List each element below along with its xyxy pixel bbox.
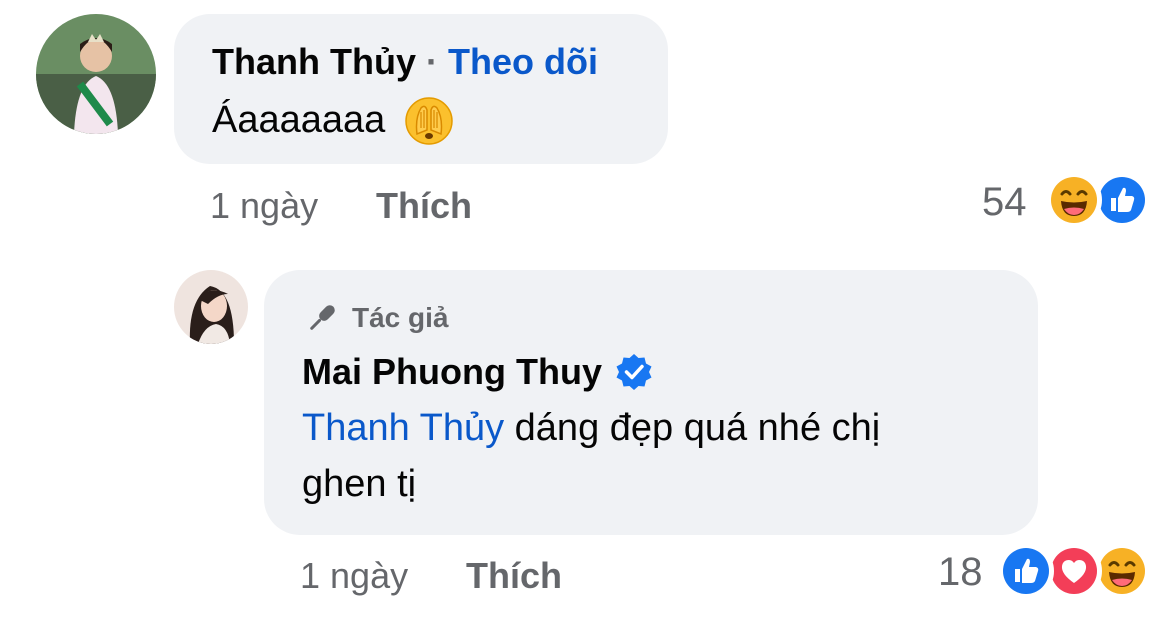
see-no-evil-face-emoji-icon — [403, 94, 455, 146]
reply-reactions[interactable] — [998, 543, 1158, 599]
mention-link[interactable]: Thanh Thủy — [302, 407, 504, 449]
comment-author-name[interactable]: Thanh Thủy — [212, 41, 416, 82]
reply-header: Mai Phuong Thuy — [302, 352, 654, 392]
separator-dot: · — [426, 41, 438, 82]
microphone-icon — [302, 298, 342, 338]
like-reaction-icon — [1094, 172, 1150, 228]
comment-like-button[interactable]: Thích — [376, 185, 472, 227]
comment-reactions[interactable] — [1046, 172, 1156, 228]
comment-reaction-count[interactable]: 54 — [982, 180, 1027, 225]
reply-author-name[interactable]: Mai Phuong Thuy — [302, 352, 602, 392]
reply-time: 1 ngày — [300, 555, 409, 596]
comment-text: Áaaaaaaa — [212, 99, 386, 141]
reply-like-button[interactable]: Thích — [466, 555, 562, 597]
avatar-thanh-thuy[interactable] — [36, 14, 156, 134]
verified-badge-icon — [614, 352, 654, 392]
haha-reaction-icon — [1094, 543, 1150, 599]
follow-button[interactable]: Theo dõi — [448, 41, 598, 82]
author-badge: Tác giả — [302, 298, 448, 338]
reply-text-line2: ghen tị — [302, 463, 417, 505]
comment-time: 1 ngày — [210, 185, 319, 226]
reply-reaction-count[interactable]: 18 — [938, 550, 983, 595]
profile-photo-thanh-thuy — [36, 14, 156, 134]
avatar-mai-phuong-thuy[interactable] — [174, 270, 248, 344]
haha-reaction-icon — [1046, 172, 1102, 228]
profile-photo-mai-phuong-thuy — [174, 270, 248, 344]
love-reaction-icon — [1046, 543, 1102, 599]
like-reaction-icon — [998, 543, 1054, 599]
reply-text-line1: dáng đẹp quá nhé chị — [504, 407, 881, 449]
author-badge-label: Tác giả — [352, 302, 449, 333]
comment-text-row: Áaaaaaaa — [212, 92, 455, 148]
comment-header: Thanh Thủy · Theo dõi — [212, 42, 598, 82]
reply-text: Thanh Thủy dáng đẹp quá nhé chị ghen tị — [302, 400, 1022, 512]
